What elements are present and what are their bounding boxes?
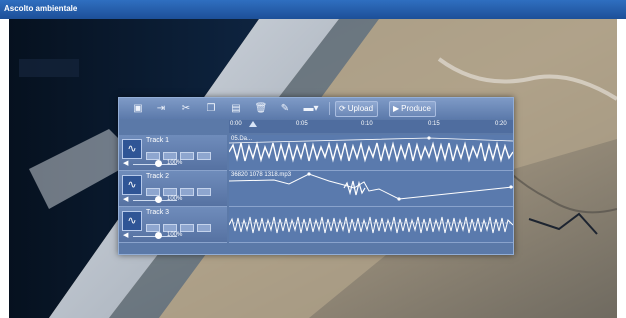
volume-value: 100% (167, 160, 183, 166)
cut-icon[interactable]: ✂ (177, 101, 195, 116)
marker-dropdown-icon[interactable]: ▬▾ (298, 101, 324, 116)
track-controls: ∿ Track 2 ◀ 100% (119, 171, 227, 207)
playhead-marker[interactable] (249, 121, 257, 127)
paste-icon[interactable]: ▤ (227, 101, 245, 116)
upload-icon: ⟳ (339, 104, 346, 113)
ruler-tick: 0:00 (230, 121, 242, 127)
ruler-tick: 0:10 (361, 121, 373, 127)
track-name: Track 1 (146, 137, 170, 144)
track-controls: ∿ Track 1 ◀ 100% (119, 135, 227, 171)
speaker-icon: ◀ (123, 160, 129, 167)
track-row: ∿ Track 2 ◀ 100% 36820 1078 1318.mp3 (119, 171, 513, 207)
audio-editor-panel: ▣ ⇥ ✂ ❐ ▤ 🗑 ✎ ▬▾ ⟳ Upload ▶ Produce 0:00 0… (118, 97, 514, 255)
editor-toolbar: ▣ ⇥ ✂ ❐ ▤ 🗑 ✎ ▬▾ ⟳ Upload ▶ Produce (119, 98, 513, 119)
ruler-tick: 0:05 (296, 121, 308, 127)
volume-slider[interactable]: ◀ 100% (123, 195, 223, 205)
delete-icon[interactable]: 🗑 (252, 101, 270, 116)
track-row: ∿ Track 3 ◀ 100% (119, 207, 513, 243)
timeline-ruler[interactable]: 0:00 0:05 0:10 0:15 0:20 (229, 120, 513, 133)
waveform-area[interactable]: 36820 1078 1318.mp3 (229, 171, 513, 207)
volume-slider[interactable]: ◀ 100% (123, 159, 223, 169)
volume-value: 100% (167, 196, 183, 202)
waveform-icon: ∿ (122, 211, 142, 231)
waveform-area[interactable] (229, 207, 513, 243)
title-bar: Ascolto ambientale (0, 0, 626, 19)
volume-slider[interactable]: ◀ 100% (123, 231, 223, 241)
new-track-icon[interactable]: ▣ (129, 101, 147, 116)
upload-label: Upload (347, 104, 374, 113)
ruler-tick: 0:15 (428, 121, 440, 127)
track-name: Track 2 (146, 173, 170, 180)
waveform-area[interactable]: 05.Da... (229, 135, 513, 171)
import-icon[interactable]: ⇥ (152, 101, 170, 116)
speaker-icon: ◀ (123, 232, 129, 239)
track-name: Track 3 (146, 209, 170, 216)
speaker-icon: ◀ (123, 196, 129, 203)
clip-label: 36820 1078 1318.mp3 (231, 172, 292, 178)
track-buttons (146, 147, 224, 160)
upload-button[interactable]: ⟳ Upload (335, 101, 379, 117)
toolbar-divider (329, 102, 330, 115)
clip-label: 05.Da... (231, 136, 253, 142)
track-controls: ∿ Track 3 ◀ 100% (119, 207, 227, 243)
pencil-icon[interactable]: ✎ (276, 101, 294, 116)
waveform-icon: ∿ (122, 139, 142, 159)
ruler-tick: 0:20 (495, 121, 507, 127)
app-frame: Ascolto ambientale ▣ ⇥ ✂ ❐ ▤ 🗑 ✎ ▬▾ ⟳ Up… (0, 0, 626, 318)
produce-label: Produce (401, 104, 431, 113)
volume-knob[interactable] (155, 232, 162, 239)
window-title: Ascolto ambientale (4, 4, 78, 13)
volume-knob[interactable] (155, 196, 162, 203)
copy-icon[interactable]: ❐ (202, 101, 220, 116)
volume-knob[interactable] (155, 160, 162, 167)
waveform-icon: ∿ (122, 175, 142, 195)
produce-icon: ▶ (393, 104, 400, 113)
track-buttons (146, 183, 224, 196)
produce-button[interactable]: ▶ Produce (389, 101, 436, 117)
volume-value: 100% (167, 232, 183, 238)
track-buttons (146, 219, 224, 232)
track-row: ∿ Track 1 ◀ 100% 05.Da... (119, 135, 513, 171)
